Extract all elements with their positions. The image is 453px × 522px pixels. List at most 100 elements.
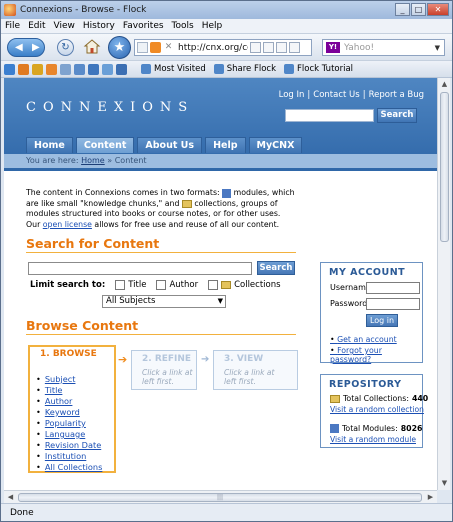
tab-home[interactable]: Home xyxy=(26,137,73,153)
chevron-down-icon: ▼ xyxy=(217,297,223,305)
browse-language-link[interactable]: Language xyxy=(45,429,102,440)
browse-popularity-link[interactable]: Popularity xyxy=(45,418,102,429)
view-step-panel: 3. VIEW Click a link at left first. xyxy=(213,350,298,390)
lock-icon[interactable] xyxy=(250,42,261,53)
subjects-select[interactable]: All Subjects ▼ xyxy=(102,295,226,308)
search-limit-options: Limit search to: Title Author Collection… xyxy=(30,280,281,290)
breadcrumb-home-link[interactable]: Home xyxy=(81,156,105,165)
subjects-selected-value: All Subjects xyxy=(106,296,156,306)
toolbar-upload-icon[interactable] xyxy=(116,63,127,75)
tab-about-us[interactable]: About Us xyxy=(137,137,203,153)
menu-history[interactable]: History xyxy=(79,21,119,31)
browse-title-link[interactable]: Title xyxy=(45,385,102,396)
share-icon[interactable] xyxy=(263,42,274,53)
author-checkbox[interactable] xyxy=(156,280,167,290)
browser-window: Connexions - Browse - Flock _ □ ✕ File E… xyxy=(0,0,453,522)
menu-help[interactable]: Help xyxy=(198,21,227,31)
reload-icon[interactable]: ↻ xyxy=(57,39,74,56)
random-module-link[interactable]: Visit a random module xyxy=(330,435,416,444)
report-bug-link[interactable]: Report a Bug xyxy=(369,90,424,100)
toolbar-info-icon[interactable] xyxy=(4,63,15,75)
menu-tools[interactable]: Tools xyxy=(168,21,198,31)
bookmark-label: Most Visited xyxy=(154,64,206,74)
modules-label: Total Modules: xyxy=(342,424,398,433)
web-search-box[interactable]: Y! Yahoo! ▼ xyxy=(322,39,445,56)
url-text[interactable]: http://cnx.org/co xyxy=(178,43,248,53)
forgot-password-link[interactable]: Forgot your password? xyxy=(330,346,422,364)
login-link[interactable]: Log In xyxy=(279,90,305,100)
contact-link[interactable]: Contact Us xyxy=(313,90,359,100)
toolbar-people-icon[interactable] xyxy=(18,63,29,75)
browse-institution-link[interactable]: Institution xyxy=(45,451,102,462)
toolbar-blog-icon[interactable] xyxy=(102,63,113,75)
collections-checkbox[interactable] xyxy=(208,280,219,290)
title-checkbox[interactable] xyxy=(115,280,126,290)
username-field[interactable] xyxy=(366,282,420,294)
toolbar-favorites-icon[interactable] xyxy=(60,63,71,75)
tab-content[interactable]: Content xyxy=(75,137,135,153)
browse-revision-date-link[interactable]: Revision Date xyxy=(45,440,102,451)
address-bar[interactable]: ✕ http://cnx.org/co xyxy=(134,39,312,56)
close-button[interactable]: ✕ xyxy=(427,3,449,16)
collections-count-row: Total Collections: 440 xyxy=(330,394,428,403)
maximize-button[interactable]: □ xyxy=(411,3,426,16)
go-arrow-icon[interactable] xyxy=(289,42,300,53)
window-controls: _ □ ✕ xyxy=(395,3,449,16)
toolbar-media-icon[interactable] xyxy=(32,63,43,75)
login-button[interactable]: Log in xyxy=(366,314,398,327)
scroll-thumb[interactable]: ||| xyxy=(18,493,422,502)
site-search-button[interactable]: Search xyxy=(377,108,417,123)
title-bar: Connexions - Browse - Flock _ □ ✕ xyxy=(1,1,452,19)
bookmark-share-flock[interactable]: Share Flock xyxy=(213,64,277,74)
back-button[interactable]: ◀ ▶ xyxy=(7,38,45,57)
vertical-scrollbar[interactable]: ▲ ▼ xyxy=(437,78,450,490)
random-collection-link[interactable]: Visit a random collection xyxy=(330,405,424,414)
get-account-link[interactable]: Get an account xyxy=(330,335,397,344)
tab-help[interactable]: Help xyxy=(205,137,246,153)
open-license-link[interactable]: open license xyxy=(43,220,92,229)
minimize-button[interactable]: _ xyxy=(395,3,410,16)
browse-subject-link[interactable]: Subject xyxy=(45,374,102,385)
chevron-down-icon[interactable]: ▼ xyxy=(435,44,440,52)
intro-part-1: The content in Connexions comes in two f… xyxy=(26,188,220,197)
scroll-up-icon[interactable]: ▲ xyxy=(439,79,450,90)
site-search-input[interactable] xyxy=(285,109,374,122)
toolbar-accounts-icon[interactable] xyxy=(74,63,85,75)
bookmark-flock-tutorial[interactable]: Flock Tutorial xyxy=(284,64,353,74)
menu-edit[interactable]: Edit xyxy=(24,21,49,31)
site-logo[interactable]: CONNEXIONS xyxy=(26,100,194,115)
bookmark-most-visited[interactable]: Most Visited xyxy=(141,64,206,74)
scroll-down-icon[interactable]: ▼ xyxy=(439,478,450,489)
menu-favorites[interactable]: Favorites xyxy=(119,21,168,31)
horizontal-scrollbar[interactable]: ◀ ||| ▶ xyxy=(4,490,437,503)
forward-arrow-icon[interactable]: ▶ xyxy=(32,42,40,53)
author-option-label: Author xyxy=(169,280,199,290)
home-icon[interactable] xyxy=(83,38,101,55)
scroll-thumb[interactable] xyxy=(440,92,449,242)
clip-icon[interactable] xyxy=(276,42,287,53)
web-search-placeholder[interactable]: Yahoo! xyxy=(344,43,435,53)
browse-list: Subject Title Author Keyword Popularity … xyxy=(45,374,103,473)
browse-keyword-link[interactable]: Keyword xyxy=(45,407,102,418)
tab-mycnx[interactable]: MyCNX xyxy=(248,137,303,153)
browse-all-collections-link[interactable]: All Collections xyxy=(45,462,103,473)
rss-feed-icon[interactable] xyxy=(150,42,161,53)
scroll-left-icon[interactable]: ◀ xyxy=(5,492,16,503)
page-icon xyxy=(137,42,148,53)
password-field[interactable] xyxy=(366,298,420,310)
content-search-input[interactable] xyxy=(28,262,252,275)
favorites-star-icon[interactable]: ★ xyxy=(108,36,131,59)
menu-file[interactable]: File xyxy=(1,21,24,31)
browse-author-link[interactable]: Author xyxy=(45,396,102,407)
bookmark-label: Share Flock xyxy=(226,64,277,74)
refine-step-panel: 2. REFINE Click a link at left first. xyxy=(131,350,197,390)
toolbar-mail-icon[interactable] xyxy=(88,63,99,75)
stop-icon[interactable]: ✕ xyxy=(163,42,174,53)
menu-view[interactable]: View xyxy=(50,21,79,31)
yahoo-icon[interactable]: Y! xyxy=(326,42,340,53)
site-tabs: Home Content About Us Help MyCNX xyxy=(26,137,303,153)
content-search-button[interactable]: Search xyxy=(257,261,295,275)
scroll-right-icon[interactable]: ▶ xyxy=(425,492,436,503)
toolbar-feeds-icon[interactable] xyxy=(46,63,57,75)
my-account-heading: MY ACCOUNT xyxy=(329,267,406,278)
